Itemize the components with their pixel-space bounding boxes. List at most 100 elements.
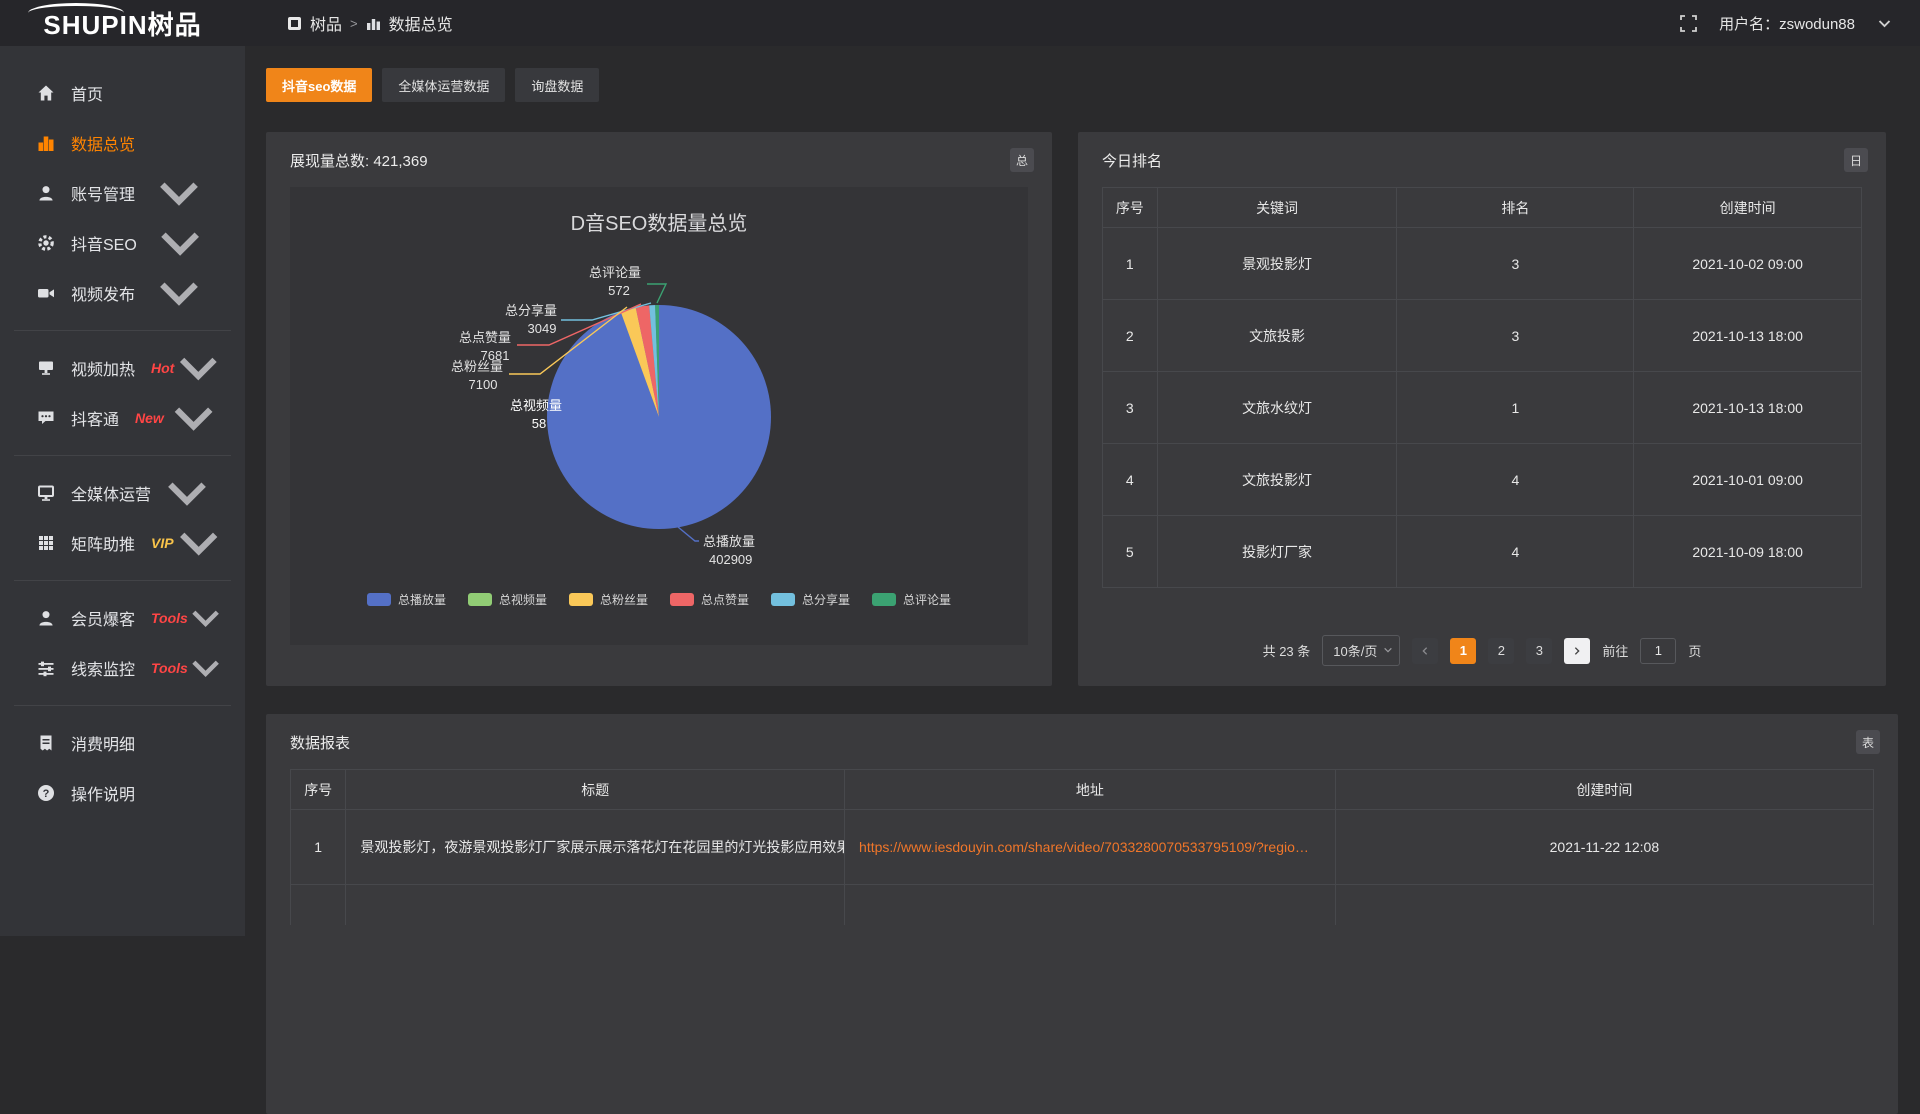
cell-created: 2021-10-09 18:00 <box>1634 516 1862 588</box>
cell-keyword: 文旅水纹灯 <box>1157 372 1397 444</box>
user-icon <box>36 183 56 203</box>
svg-text:?: ? <box>43 788 50 800</box>
chart-panel-header: 展现量总数: 421,369 <box>290 150 1028 171</box>
sidebar-item-member-burst[interactable]: 会员爆客 Tools <box>0 593 245 643</box>
pie-value-fans: 7100 <box>469 377 498 392</box>
sidebar-item-label: 视频加热 <box>71 356 135 380</box>
legend-swatch <box>468 593 492 606</box>
gear-icon <box>36 233 56 253</box>
goto-page-input[interactable] <box>1640 638 1676 664</box>
cell-index: 5 <box>1103 516 1158 588</box>
sidebar-item-omnimedia[interactable]: 全媒体运营 <box>0 468 245 518</box>
next-page-button[interactable] <box>1564 638 1590 664</box>
page-button-2[interactable]: 2 <box>1488 638 1514 664</box>
sidebar-item-label: 操作说明 <box>71 781 135 805</box>
sidebar-divider <box>14 455 231 456</box>
legend-item-fans[interactable]: 总粉丝量 <box>569 591 648 608</box>
legend-item-comments[interactable]: 总评论量 <box>872 591 951 608</box>
table-row: 5 投影灯厂家 4 2021-10-09 18:00 <box>1103 516 1862 588</box>
chevron-down-icon <box>151 468 223 518</box>
rank-table-header: 序号 关键词 排名 创建时间 <box>1103 188 1862 228</box>
sidebar-item-instructions[interactable]: ? 操作说明 <box>0 768 245 818</box>
col-index: 序号 <box>1103 188 1158 228</box>
legend-swatch <box>771 593 795 606</box>
breadcrumb-current[interactable]: 数据总览 <box>389 11 453 35</box>
breadcrumb-root[interactable]: 树品 <box>310 11 342 35</box>
legend-item-play[interactable]: 总播放量 <box>367 591 446 608</box>
sidebar-item-douketong[interactable]: 抖客通 New <box>0 393 245 443</box>
sidebar-item-consumption-detail[interactable]: 消费明细 <box>0 718 245 768</box>
cell-rank: 3 <box>1397 228 1634 300</box>
sidebar-item-clue-monitor[interactable]: 线索监控 Tools <box>0 643 245 693</box>
legend-label: 总点赞量 <box>701 591 749 608</box>
chevron-down-icon <box>188 593 223 643</box>
topbar-right: 用户名：zswodun88 <box>1680 13 1920 34</box>
main-content: 抖音seo数据 全媒体运营数据 询盘数据 展现量总数: 421,369 总 D音… <box>245 46 1920 936</box>
sidebar-item-douyin-seo[interactable]: 抖音SEO <box>0 218 245 268</box>
page-button-3[interactable]: 3 <box>1526 638 1552 664</box>
sidebar-item-home[interactable]: 首页 <box>0 68 245 118</box>
sidebar-item-data-overview[interactable]: 数据总览 <box>0 118 245 168</box>
chevron-down-icon <box>174 518 223 568</box>
monitor-icon <box>36 483 56 503</box>
legend-item-videos[interactable]: 总视频量 <box>468 591 547 608</box>
app-logo[interactable]: SHUPIN树品 <box>0 0 245 46</box>
table-row <box>291 885 1874 925</box>
cell-video-link[interactable]: https://www.iesdouyin.com/share/video/70… <box>845 810 1336 885</box>
col-title: 标题 <box>346 770 845 810</box>
table-row: 1 景观投影灯 3 2021-10-02 09:00 <box>1103 228 1862 300</box>
pie-chart[interactable]: 总评论量 572 总分享量 3049 总点赞量 7681 总粉丝量 7100 总… <box>299 239 1019 589</box>
table-badge[interactable]: 表 <box>1856 730 1880 754</box>
legend-item-shares[interactable]: 总分享量 <box>771 591 850 608</box>
site-icon <box>287 16 302 31</box>
pie-value-shares: 3049 <box>528 321 557 336</box>
col-url: 地址 <box>845 770 1336 810</box>
sidebar-item-video-heat[interactable]: 视频加热 Hot <box>0 343 245 393</box>
cell-keyword: 景观投影灯 <box>1157 228 1397 300</box>
sidebar-item-matrix-boost[interactable]: 矩阵助推 VIP <box>0 518 245 568</box>
fullscreen-icon[interactable] <box>1680 15 1697 32</box>
tools-badge: Tools <box>151 610 188 626</box>
sidebar-item-account[interactable]: 账号管理 <box>0 168 245 218</box>
prev-page-button[interactable] <box>1412 638 1438 664</box>
cell-rank: 1 <box>1397 372 1634 444</box>
page-size-select[interactable]: 10条/页 <box>1322 635 1400 666</box>
legend-label: 总粉丝量 <box>600 591 648 608</box>
pagination: 共 23 条 10条/页 1 2 3 前往 页 <box>1102 635 1862 666</box>
breadcrumb: 树品 > 数据总览 <box>287 11 453 35</box>
sidebar-divider <box>14 330 231 331</box>
sidebar-item-video-publish[interactable]: 视频发布 <box>0 268 245 318</box>
legend-item-likes[interactable]: 总点赞量 <box>670 591 749 608</box>
day-badge[interactable]: 日 <box>1844 148 1868 172</box>
username[interactable]: 用户名：zswodun88 <box>1719 13 1855 34</box>
cell-keyword: 文旅投影灯 <box>1157 444 1397 516</box>
legend-label: 总播放量 <box>398 591 446 608</box>
user-chevron-down-icon[interactable] <box>1877 16 1892 31</box>
total-badge[interactable]: 总 <box>1010 148 1034 172</box>
hot-badge: Hot <box>151 360 174 376</box>
legend-label: 总评论量 <box>903 591 951 608</box>
goto-label: 前往 <box>1602 641 1628 660</box>
total-count: 共 23 条 <box>1263 641 1311 660</box>
chevron-down-icon <box>135 168 223 218</box>
cell-created: 2021-10-13 18:00 <box>1634 300 1862 372</box>
tab-inquiry-data[interactable]: 询盘数据 <box>515 68 599 102</box>
leader-line-play <box>678 527 699 541</box>
col-index: 序号 <box>291 770 346 810</box>
page-button-1[interactable]: 1 <box>1450 638 1476 664</box>
sidebar-item-label: 线索监控 <box>71 656 135 680</box>
sidebar: 首页 数据总览 账号管理 抖音SEO 视频发布 视频加热 Hot 抖客通 New… <box>0 46 245 936</box>
cell-index: 1 <box>291 810 346 885</box>
receipt-icon <box>36 733 56 753</box>
sidebar-item-label: 数据总览 <box>71 131 135 155</box>
tools-badge: Tools <box>151 660 188 676</box>
today-rank-panel: 今日排名 日 序号 关键词 排名 创建时间 1 景观投影灯 3 <box>1078 132 1886 686</box>
sidebar-item-label: 全媒体运营 <box>71 481 151 505</box>
bar-chart-icon <box>36 133 56 153</box>
tab-omnimedia-data[interactable]: 全媒体运营数据 <box>382 68 505 102</box>
rank-table: 序号 关键词 排名 创建时间 1 景观投影灯 3 2021-10-02 09:0… <box>1102 187 1862 588</box>
chevron-left-icon <box>1420 646 1430 656</box>
chevron-down-icon <box>1383 645 1393 655</box>
col-keyword: 关键词 <box>1157 188 1397 228</box>
tab-douyin-seo-data[interactable]: 抖音seo数据 <box>266 68 372 102</box>
